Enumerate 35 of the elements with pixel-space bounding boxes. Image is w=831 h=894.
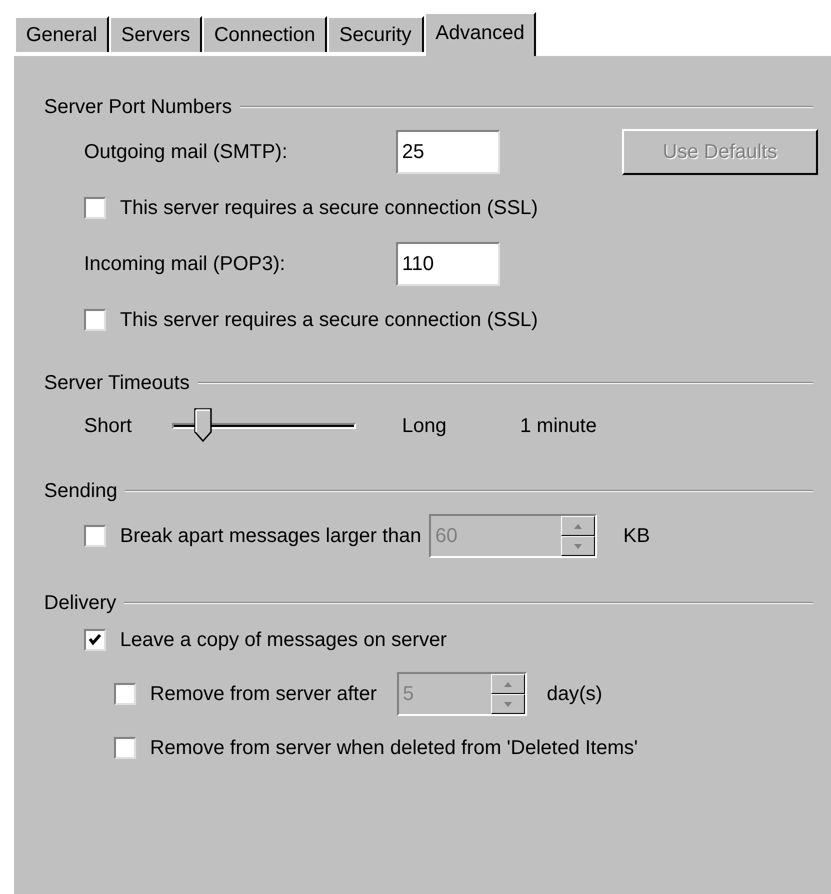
slider-min-label: Short xyxy=(84,414,133,439)
tab[interactable]: Security xyxy=(327,16,424,52)
tab[interactable]: Connection xyxy=(202,16,328,52)
section-title: Delivery xyxy=(44,591,116,616)
unit-label: day(s) xyxy=(546,682,602,707)
input-field[interactable]: 110 xyxy=(396,242,500,286)
checkbox-label: Remove from server when deleted from 'Deleted Items' xyxy=(150,736,638,761)
slider-max-label: Long xyxy=(402,414,448,439)
checkbox[interactable] xyxy=(84,197,106,219)
checkbox[interactable] xyxy=(84,629,106,651)
field-label: Incoming mail (POP3): xyxy=(84,252,286,277)
checkbox[interactable] xyxy=(84,309,106,331)
section-title: Server Timeouts xyxy=(44,371,190,396)
checkbox-label: This server requires a secure connection (SSL) xyxy=(120,196,538,221)
tab[interactable]: General xyxy=(14,16,110,52)
tab[interactable]: Servers xyxy=(109,16,202,52)
checkbox-label: Leave a copy of messages on server xyxy=(120,628,447,653)
checkbox-label: This server requires a secure connection (SSL) xyxy=(120,308,538,333)
unit-label: KB xyxy=(623,524,650,549)
up-arrow-icon xyxy=(504,682,512,686)
checkmark-icon xyxy=(88,633,102,647)
checkbox[interactable] xyxy=(114,737,136,759)
checkbox-label: Break apart messages larger than xyxy=(120,524,422,549)
input-field[interactable]: 25 xyxy=(396,130,500,174)
down-arrow-icon xyxy=(574,544,582,548)
section-title: Server Port Numbers xyxy=(44,95,232,120)
section-title: Sending xyxy=(44,479,118,504)
field-label: Outgoing mail (SMTP): xyxy=(84,140,288,165)
up-arrow-icon xyxy=(574,524,582,528)
down-arrow-icon xyxy=(504,702,512,706)
tab[interactable]: Advanced xyxy=(424,12,536,56)
timeout-slider[interactable] xyxy=(172,408,356,444)
checkbox-label: Remove from server after xyxy=(150,682,377,707)
timeout-value: 1 minute xyxy=(520,414,597,439)
slider-thumb[interactable] xyxy=(194,408,212,442)
